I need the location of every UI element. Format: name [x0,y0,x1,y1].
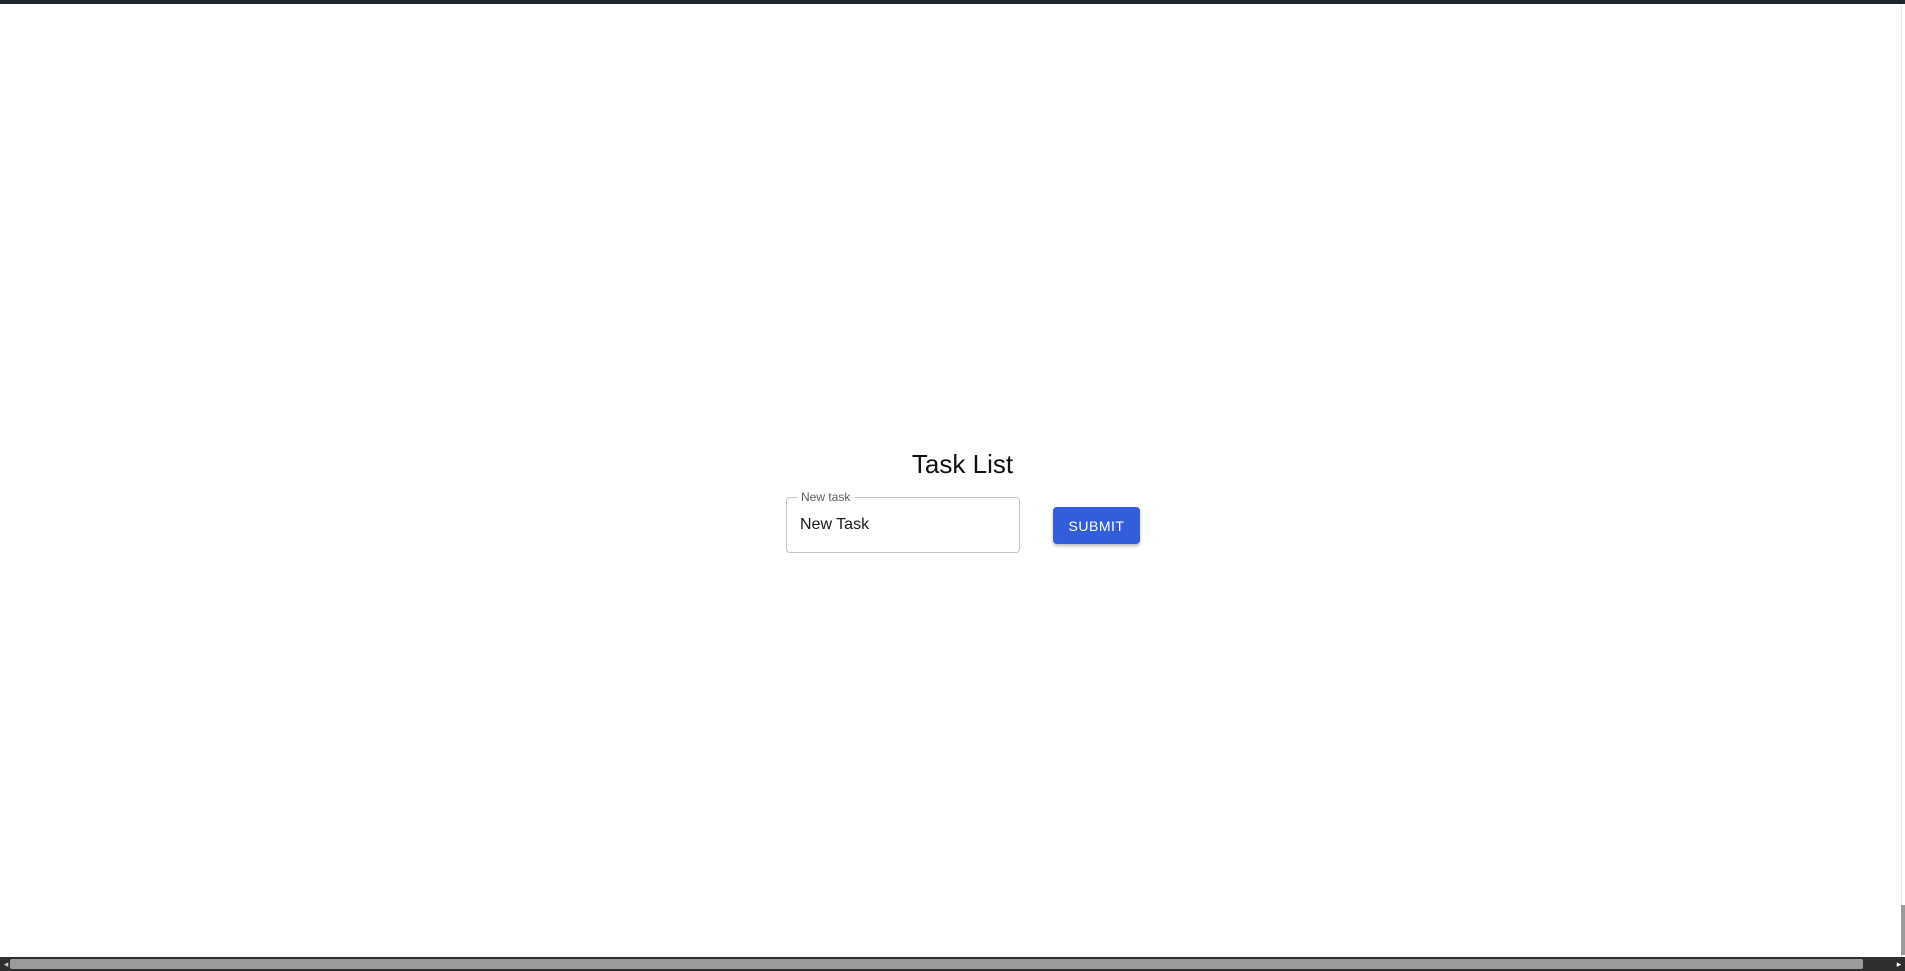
horizontal-scrollbar[interactable]: ◂ ▸ [0,957,1905,971]
scroll-right-icon[interactable]: ▸ [1893,957,1905,971]
page-content: Task List New task SUBMIT [0,4,1901,957]
new-task-field[interactable]: New task [786,489,1020,553]
horizontal-scrollbar-thumb[interactable] [10,959,1863,969]
submit-button[interactable]: SUBMIT [1053,507,1140,544]
page-title: Task List [911,449,1014,479]
vertical-scrollbar-thumb[interactable] [1901,905,1905,955]
new-task-input[interactable] [800,498,1005,552]
vertical-scrollbar[interactable] [1901,4,1905,957]
